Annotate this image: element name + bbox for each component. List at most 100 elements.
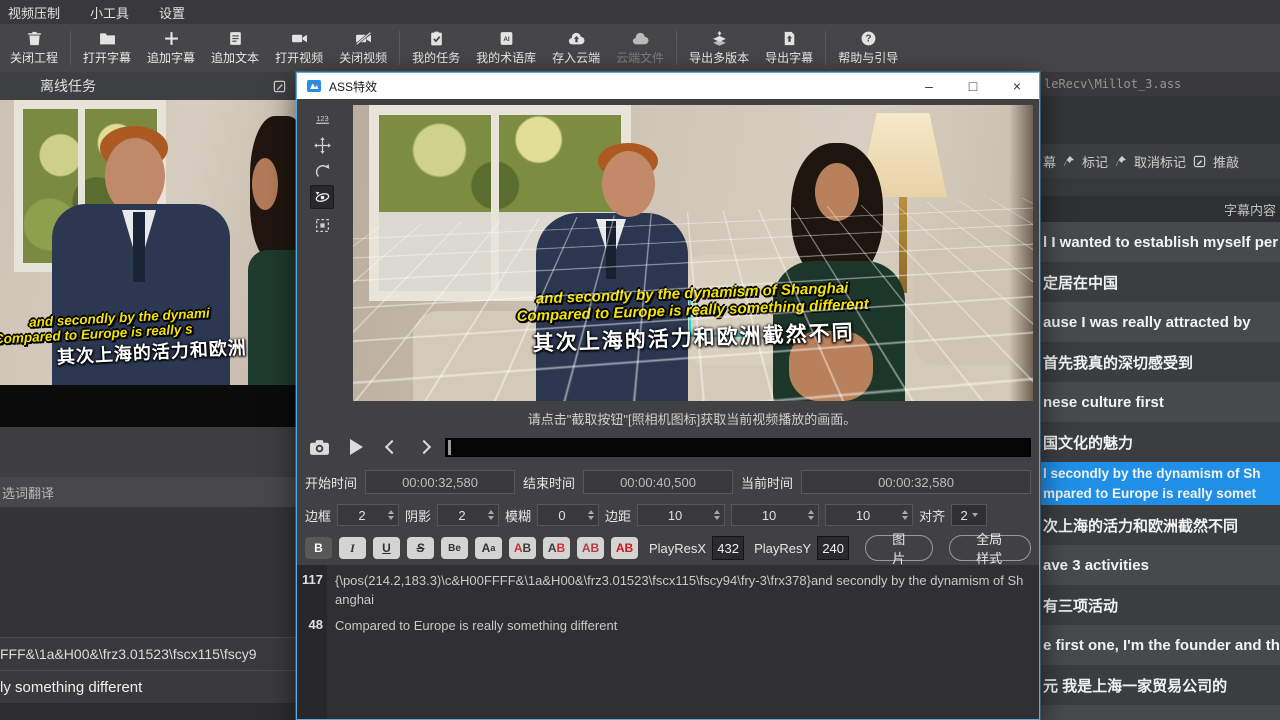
right-panel-spacer-top bbox=[1041, 96, 1280, 144]
next-frame-button[interactable] bbox=[417, 440, 431, 454]
subtitle-row[interactable]: 首先我真的深切感受到 bbox=[1041, 342, 1280, 382]
align-dropdown[interactable]: 2 bbox=[951, 504, 987, 526]
subtitle-list-panel: leRecv\Millot_3.ass 幕 标记 取消标记 推敲 字幕内容 l … bbox=[1041, 72, 1280, 720]
unmark-button[interactable]: 取消标记 bbox=[1134, 152, 1186, 171]
stepper-arrows-icon[interactable] bbox=[900, 510, 910, 520]
stepper-arrows-icon[interactable] bbox=[712, 510, 722, 520]
subtitle-code-row[interactable]: FFF&\1a&H00&\frz3.01523\fscx115\fscy9 bbox=[0, 637, 296, 670]
subtitle-row[interactable]: nese culture first bbox=[1041, 382, 1280, 422]
dialog-titlebar[interactable]: ASS特效 – □ × bbox=[297, 73, 1039, 99]
stepper-arrows-icon[interactable] bbox=[386, 510, 396, 520]
export-doc-button[interactable]: 导出字幕 bbox=[757, 24, 821, 72]
subtitle-list-toolbar: 幕 标记 取消标记 推敲 bbox=[1041, 144, 1280, 178]
subtitle-row[interactable]: 国文化的魅力 bbox=[1041, 422, 1280, 462]
margin-left-stepper[interactable]: 10 bbox=[637, 504, 725, 526]
stepper-arrows-icon[interactable] bbox=[806, 510, 816, 520]
playresx-input[interactable]: 432 bbox=[712, 536, 744, 560]
subtitle-code-editor[interactable]: 117{\pos(214.2,183.3)\c&H00FFFF&\1a&H00&… bbox=[297, 565, 1039, 719]
video-preview[interactable]: and secondly by the dynamism of Shanghai… bbox=[353, 105, 1033, 401]
subtitle-row-selected[interactable]: l secondly by the dynamism of Shmpared t… bbox=[1041, 462, 1280, 505]
stepper-arrows-icon[interactable] bbox=[486, 510, 496, 520]
folder-button[interactable]: 打开字幕 bbox=[75, 24, 139, 72]
secondary-color-button[interactable]: AB bbox=[543, 537, 570, 559]
export-layers-button[interactable]: 导出多版本 bbox=[681, 24, 757, 72]
subtitle-row[interactable]: 定居在中国 bbox=[1041, 262, 1280, 302]
subtitle-row[interactable]: 有三项活动 bbox=[1041, 585, 1280, 625]
plus-button[interactable]: 追加字幕 bbox=[139, 24, 203, 72]
menu-item-settings[interactable]: 设置 bbox=[159, 3, 185, 22]
video-button[interactable]: 打开视频 bbox=[267, 24, 331, 72]
subtitle-row-text: 元 我是上海一家贸易公司的 bbox=[1043, 675, 1280, 696]
subtitle-row[interactable] bbox=[1041, 705, 1280, 720]
play-button[interactable] bbox=[350, 439, 363, 455]
primary-color-button[interactable]: AB bbox=[509, 537, 536, 559]
edit-icon[interactable] bbox=[273, 80, 286, 93]
video-progress-bar[interactable] bbox=[445, 438, 1031, 457]
subtitle-row[interactable]: l I wanted to establish myself per bbox=[1041, 222, 1280, 262]
rotate-tool-button[interactable] bbox=[310, 159, 334, 183]
editor-line-text: Compared to Europe is really something d… bbox=[335, 617, 1029, 636]
margin-vertical-stepper[interactable]: 10 bbox=[825, 504, 913, 526]
mark-button[interactable]: 标记 bbox=[1082, 152, 1108, 171]
text-doc-button[interactable]: 追加文本 bbox=[203, 24, 267, 72]
be-style-button[interactable]: Be bbox=[441, 537, 468, 559]
previous-frame-button[interactable] bbox=[385, 440, 399, 454]
region-tool-button[interactable] bbox=[310, 213, 334, 237]
subtitle-text-row[interactable]: ly something different bbox=[0, 670, 296, 703]
cloud-button[interactable]: 云端文件 bbox=[608, 24, 672, 72]
shadow-color-button[interactable]: AB bbox=[611, 537, 638, 559]
italic-button[interactable]: I bbox=[339, 537, 366, 559]
margin-right-stepper[interactable]: 10 bbox=[731, 504, 819, 526]
export-doc-icon bbox=[781, 31, 798, 47]
glossary-button[interactable]: AI我的术语库 bbox=[468, 24, 544, 72]
stepper-arrows-icon[interactable] bbox=[586, 510, 596, 520]
help-button[interactable]: ?帮助与引导 bbox=[830, 24, 906, 72]
subtitle-text-fragment: ly something different bbox=[0, 679, 142, 696]
subtitle-row[interactable]: e first one, I'm the founder and th bbox=[1041, 625, 1280, 665]
font-size-button[interactable]: Aa bbox=[475, 537, 502, 559]
strikethrough-button[interactable]: S bbox=[407, 537, 434, 559]
editor-line[interactable]: 48Compared to Europe is really something… bbox=[297, 617, 1039, 636]
blur-stepper[interactable]: 0 bbox=[537, 504, 599, 526]
video-off-button[interactable]: 关闭视频 bbox=[331, 24, 395, 72]
timeline-strip bbox=[0, 385, 296, 427]
toolbar-fragment: 幕 bbox=[1043, 152, 1056, 171]
pin-icon bbox=[1115, 155, 1127, 167]
global-style-button[interactable]: 全局样式 bbox=[949, 535, 1031, 561]
picture-button[interactable]: 图片 bbox=[865, 535, 933, 561]
maximize-button[interactable]: □ bbox=[951, 73, 995, 99]
move-tool-button[interactable] bbox=[310, 133, 334, 157]
subtitle-row-text: e first one, I'm the founder and th bbox=[1043, 637, 1280, 654]
subtitle-row[interactable]: 元 我是上海一家贸易公司的 bbox=[1041, 665, 1280, 705]
current-time-label: 当前时间 bbox=[741, 473, 793, 492]
menu-item-video-encode[interactable]: 视频压制 bbox=[8, 3, 60, 22]
clipboard-button[interactable]: 我的任务 bbox=[404, 24, 468, 72]
subtitle-row[interactable]: ave 3 activities bbox=[1041, 545, 1280, 585]
toolbar-separator bbox=[399, 31, 400, 65]
subtitle-row[interactable]: ause I was really attracted by bbox=[1041, 302, 1280, 342]
end-time-input[interactable]: 00:00:40,500 bbox=[583, 470, 733, 494]
trash-icon bbox=[26, 31, 43, 47]
minimize-button[interactable]: – bbox=[907, 73, 951, 99]
menu-item-tools[interactable]: 小工具 bbox=[90, 3, 129, 22]
start-time-input[interactable]: 00:00:32,580 bbox=[365, 470, 515, 494]
toolbar-separator bbox=[70, 31, 71, 65]
current-time-input[interactable]: 00:00:32,580 bbox=[801, 470, 1031, 494]
underline-button[interactable]: U bbox=[373, 537, 400, 559]
capture-frame-button[interactable] bbox=[309, 439, 330, 456]
subtitle-row[interactable]: 次上海的活力和欧洲截然不同 bbox=[1041, 505, 1280, 545]
cloud-upload-button[interactable]: 存入云端 bbox=[544, 24, 608, 72]
shadow-stepper[interactable]: 2 bbox=[437, 504, 499, 526]
outline-color-button[interactable]: AB bbox=[577, 537, 604, 559]
bold-button[interactable]: B bbox=[305, 537, 332, 559]
rotate-3d-tool-button[interactable] bbox=[310, 185, 334, 209]
playresy-input[interactable]: 240 bbox=[817, 536, 849, 560]
trash-button[interactable]: 关闭工程 bbox=[2, 24, 66, 72]
editor-line[interactable]: 117{\pos(214.2,183.3)\c&H00FFFF&\1a&H00&… bbox=[297, 572, 1039, 610]
border-stepper[interactable]: 2 bbox=[337, 504, 399, 526]
ponder-button[interactable]: 推敲 bbox=[1213, 152, 1239, 171]
plus-icon bbox=[163, 31, 180, 47]
scale-tool-button[interactable]: 123 bbox=[310, 107, 334, 131]
subtitle-code-fragment: FFF&\1a&H00&\frz3.01523\fscx115\fscy9 bbox=[0, 646, 257, 662]
close-button[interactable]: × bbox=[995, 73, 1039, 99]
